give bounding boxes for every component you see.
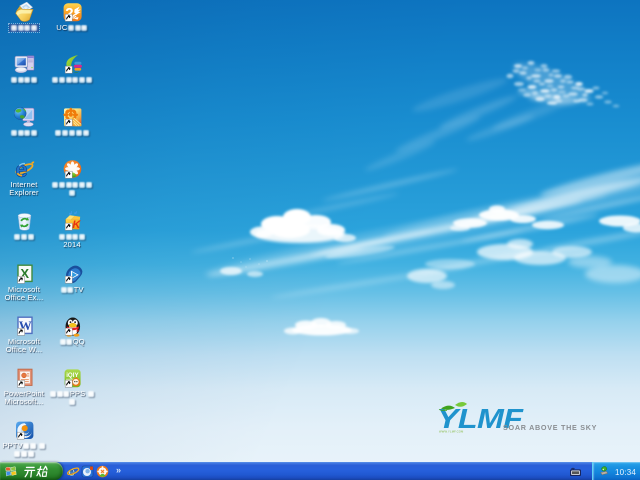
- svg-text:WWW.YLMF.COM: WWW.YLMF.COM: [439, 430, 464, 434]
- svg-text:iQIY: iQIY: [66, 372, 79, 379]
- svg-text:SOAR ABOVE THE SKY: SOAR ABOVE THE SKY: [503, 423, 597, 432]
- svg-text:K: K: [72, 219, 81, 231]
- svg-text:»: »: [116, 465, 121, 475]
- svg-text:e: e: [15, 159, 27, 180]
